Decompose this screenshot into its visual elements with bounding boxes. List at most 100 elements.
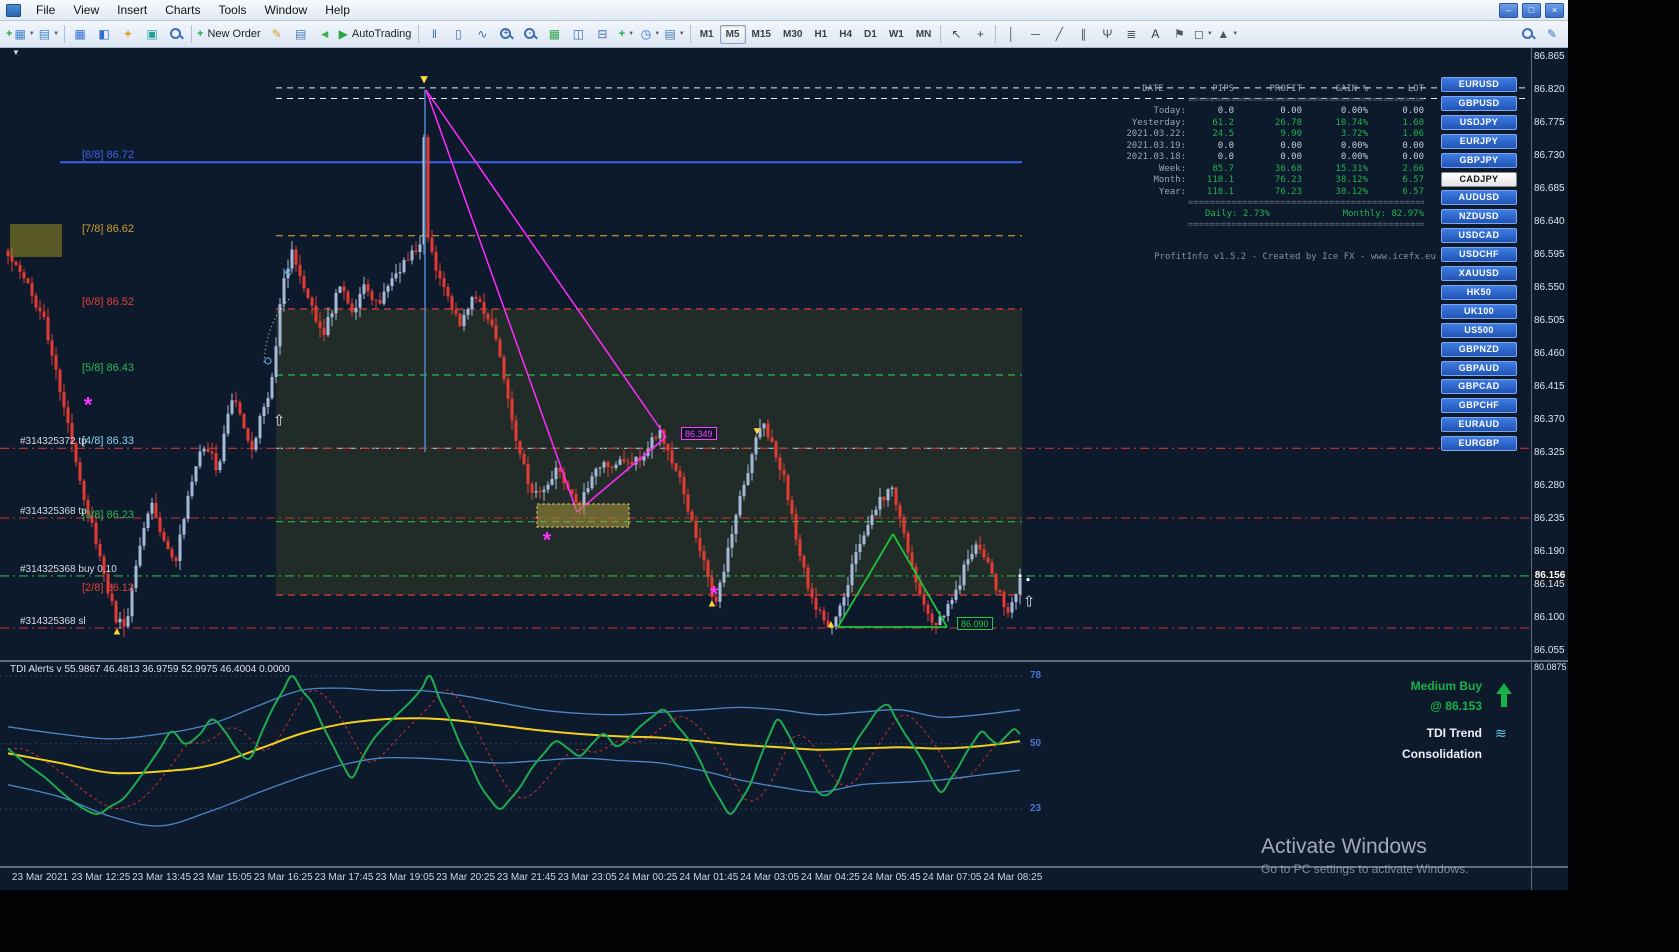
menu-view[interactable]: View — [64, 1, 108, 19]
timeframe-h1-button[interactable]: H1 — [808, 25, 833, 44]
candlestick-chart[interactable] — [0, 48, 1531, 660]
symbol-button-audusd[interactable]: AUDUSD — [1441, 190, 1517, 206]
toolbar-separator — [940, 25, 942, 43]
symbol-button-eurjpy[interactable]: EURJPY — [1441, 133, 1517, 149]
profiles-button[interactable]: ▤ ▼ — [37, 23, 61, 45]
timeframe-m5-button[interactable]: M5 — [719, 24, 746, 44]
symbol-button-uk100[interactable]: UK100 — [1441, 303, 1517, 319]
channel-button[interactable]: ∥ — [1071, 23, 1095, 45]
autotrading-button[interactable]: ▶ AutoTrading — [337, 23, 416, 45]
line-chart-button[interactable]: ∿ — [470, 23, 494, 45]
indicators-button[interactable]: + ▼ — [614, 23, 638, 45]
symbol-button-gbpcad[interactable]: GBPCAD — [1441, 379, 1517, 395]
strategy-tester-magnifier-icon — [169, 27, 183, 41]
tdi-indicator-pane[interactable] — [0, 662, 1531, 866]
timeframe-d1-button[interactable]: D1 — [858, 25, 883, 44]
cursor-button[interactable]: ↖ — [944, 23, 968, 45]
menu-help[interactable]: Help — [316, 1, 359, 19]
shapes-button[interactable]: ◻ ▼ — [1191, 23, 1215, 45]
dropdown-caret-icon: ▼ — [1232, 31, 1239, 37]
arrange-windows-button[interactable]: ⊟ — [590, 23, 614, 45]
quick-draw-button[interactable]: ✎ — [1540, 23, 1564, 45]
symbol-button-usdchf[interactable]: USDCHF — [1441, 247, 1517, 263]
metaeditor-button[interactable]: ✎ — [265, 23, 289, 45]
symbol-button-euraud[interactable]: EURAUD — [1441, 417, 1517, 433]
timeframe-m15-button[interactable]: M15 — [746, 25, 777, 44]
symbol-button-hk50[interactable]: HK50 — [1441, 284, 1517, 300]
market-watch-button[interactable]: ▦ — [68, 23, 92, 45]
navigator-button[interactable]: ✦ — [116, 23, 140, 45]
timeframe-m30-button[interactable]: M30 — [777, 25, 808, 44]
candlestick-chart-button[interactable]: ▯ — [446, 23, 470, 45]
timeframe-h4-button[interactable]: H4 — [833, 25, 858, 44]
tdi-indicator-chart[interactable] — [0, 662, 1531, 866]
menu-insert[interactable]: Insert — [108, 1, 156, 19]
symbol-button-gbpusd[interactable]: GBPUSD — [1441, 95, 1517, 111]
zoom-out-button[interactable]: - — [518, 23, 542, 45]
data-window-button[interactable]: ◧ — [92, 23, 116, 45]
alerts-button[interactable]: ◄ — [313, 23, 337, 45]
new-chart-button[interactable]: + ▦ ▼ — [4, 23, 37, 45]
symbol-button-nzdusd[interactable]: NZDUSD — [1441, 209, 1517, 225]
arrows-icon: ▲ — [1217, 27, 1230, 41]
minimize-button[interactable]: – — [1499, 3, 1518, 18]
text-icon: A — [1151, 27, 1160, 41]
print-icon: ▤ — [294, 27, 307, 41]
symbol-button-eurusd[interactable]: EURUSD — [1441, 77, 1517, 92]
symbol-button-usdjpy[interactable]: USDJPY — [1441, 114, 1517, 130]
label-icon: ⚑ — [1174, 27, 1185, 41]
horizontal-line-button[interactable]: ─ — [1023, 23, 1047, 45]
fibonacci-button[interactable]: ≣ — [1119, 23, 1143, 45]
restore-button[interactable]: □ — [1522, 3, 1541, 18]
timeframe-w1-button[interactable]: W1 — [883, 25, 910, 44]
autotrading-icon: ▶ — [338, 27, 348, 41]
tile-windows-button[interactable]: ▦ — [542, 23, 566, 45]
symbol-button-gbpjpy[interactable]: GBPJPY — [1441, 152, 1517, 168]
symbol-button-gbpnzd[interactable]: GBPNZD — [1441, 341, 1517, 357]
terminal-button[interactable]: ▣ — [140, 23, 164, 45]
search-button[interactable] — [1516, 23, 1540, 45]
crosshair-button[interactable]: + — [968, 23, 992, 45]
symbol-button-eurgbp[interactable]: EURGBP — [1441, 436, 1517, 452]
menu-charts[interactable]: Charts — [156, 1, 209, 19]
new-order-button[interactable]: + New Order — [195, 23, 265, 45]
symbol-button-gbpaud[interactable]: GBPAUD — [1441, 360, 1517, 376]
trendline-button[interactable]: ╱ — [1047, 23, 1071, 45]
menu-window[interactable]: Window — [256, 1, 317, 19]
symbol-button-cadjpy[interactable]: CADJPY — [1441, 171, 1517, 187]
arrows-button[interactable]: ▲ ▼ — [1215, 23, 1240, 45]
strategy-tester-button[interactable] — [164, 23, 188, 45]
timeframe-mn-button[interactable]: MN — [910, 25, 938, 44]
bar-chart-icon: ǁ — [431, 27, 437, 41]
terminal-icon: ▣ — [146, 27, 158, 41]
metaeditor-icon: ✎ — [271, 27, 282, 41]
menu-tools[interactable]: Tools — [210, 1, 256, 19]
menu-file[interactable]: File — [27, 1, 64, 19]
periods-button[interactable]: ◷ ▼ — [638, 23, 662, 45]
tile-windows-icon: ▦ — [548, 27, 561, 41]
text-button[interactable]: A — [1143, 23, 1167, 45]
symbol-button-us500[interactable]: US500 — [1441, 322, 1517, 338]
menu-items: File View Insert Charts Tools Window Help — [27, 3, 359, 17]
symbol-button-xauusd[interactable]: XAUUSD — [1441, 266, 1517, 281]
label-button[interactable]: ⚑ — [1167, 23, 1191, 45]
zoom-in-button[interactable]: + — [494, 23, 518, 45]
plus-icon: + — [618, 28, 626, 40]
candlestick-chart-icon: ▯ — [455, 27, 462, 41]
templates-button[interactable]: ▤ ▼ — [662, 23, 686, 45]
symbol-button-gbpchf[interactable]: GBPCHF — [1441, 398, 1517, 414]
main-chart-pane[interactable] — [0, 48, 1531, 660]
cascade-windows-button[interactable]: ◫ — [566, 23, 590, 45]
time-axis[interactable] — [0, 868, 1568, 890]
bar-chart-button[interactable]: ǁ — [422, 23, 446, 45]
vertical-line-button[interactable]: │ — [999, 23, 1023, 45]
pitchfork-button[interactable]: Ψ — [1095, 23, 1119, 45]
price-axis[interactable] — [1531, 48, 1568, 890]
autotrading-button-label: AutoTrading — [351, 28, 412, 40]
print-button[interactable]: ▤ — [289, 23, 313, 45]
timeframe-m1-button[interactable]: M1 — [694, 25, 720, 44]
close-button[interactable]: × — [1545, 3, 1564, 18]
symbol-button-usdcad[interactable]: USDCAD — [1441, 228, 1517, 244]
zoom-in-magnifier-icon: + — [499, 27, 513, 41]
mt4-window: File View Insert Charts Tools Window Help – □ × … — [0, 0, 1568, 890]
